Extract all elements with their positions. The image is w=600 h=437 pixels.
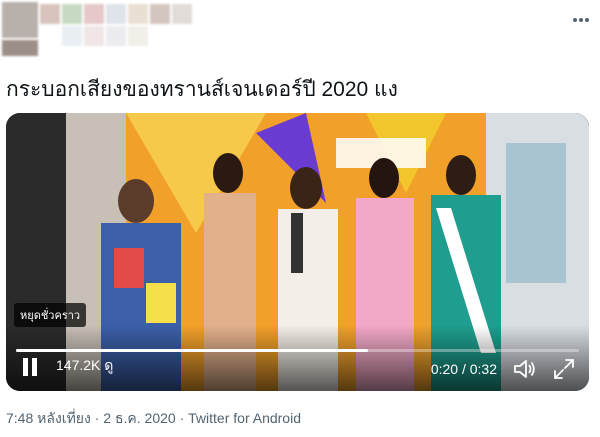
blurred-name (172, 4, 192, 24)
tweet-meta: 7:48 หลังเที่ยง · 2 ธ.ค. 2020 · Twitter … (6, 408, 301, 430)
tweet-source[interactable]: Twitter for Android (188, 410, 301, 426)
blurred-name (150, 4, 170, 24)
blurred-name (2, 40, 38, 56)
video-player[interactable]: หยุดชั่วคราว 147.2K ดู 0:20 / 0:32 (6, 113, 589, 391)
blurred-name (84, 4, 104, 24)
blurred-handle (62, 26, 82, 46)
tweet-text: กระบอกเสียงของทรานส์เจนเดอร์ปี 2020 แง (6, 78, 398, 101)
blurred-handle (128, 26, 148, 46)
author-header[interactable] (0, 0, 210, 58)
separator: · (90, 410, 104, 426)
more-icon[interactable] (572, 10, 590, 28)
tweet-date[interactable]: 2 ธ.ค. 2020 (103, 410, 175, 426)
blurred-handle (84, 26, 104, 46)
pause-icon[interactable] (14, 351, 46, 383)
view-count: 147.2K ดู (56, 357, 114, 373)
separator: · (175, 410, 189, 426)
blurred-name (62, 4, 82, 24)
avatar[interactable] (2, 2, 38, 38)
fullscreen-icon[interactable] (553, 358, 575, 380)
progress-fill (16, 349, 368, 352)
blurred-name (128, 4, 148, 24)
video-controls: 147.2K ดู 0:20 / 0:32 (6, 325, 589, 391)
blurred-name (106, 4, 126, 24)
video-time: 0:20 / 0:32 (430, 361, 497, 377)
blurred-name (40, 4, 60, 24)
tweet-time[interactable]: 7:48 หลังเที่ยง (6, 410, 91, 426)
blurred-handle (106, 26, 126, 46)
volume-icon[interactable] (513, 358, 537, 380)
progress-bar[interactable] (16, 349, 579, 352)
paused-badge: หยุดชั่วคราว (14, 303, 87, 327)
